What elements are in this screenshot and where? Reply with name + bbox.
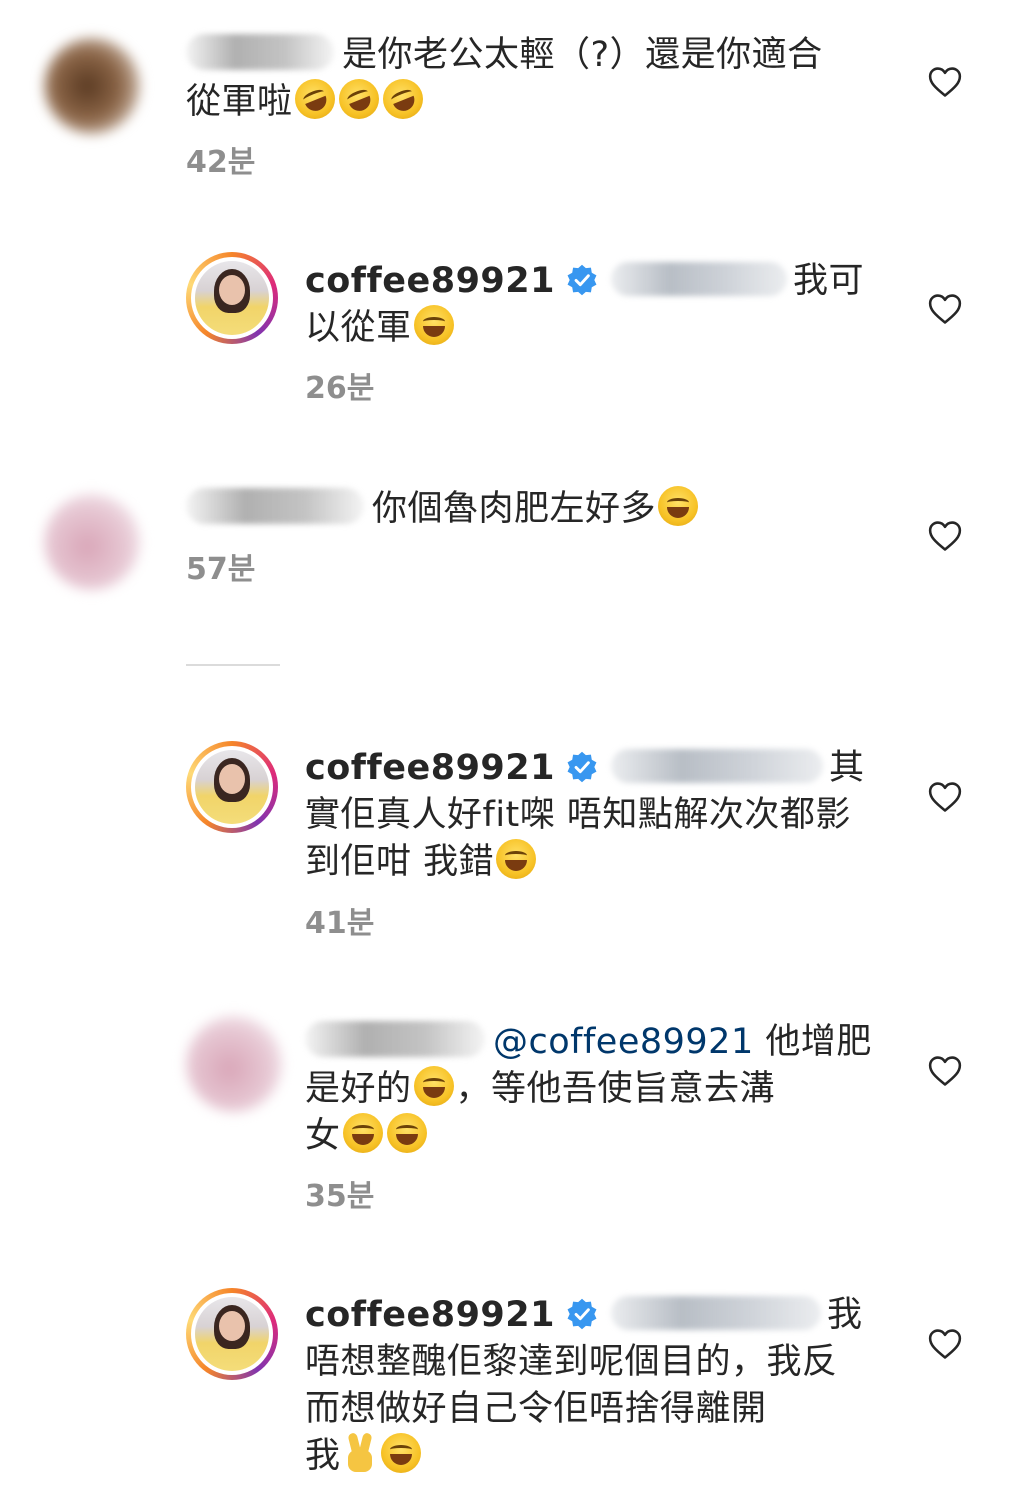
- replies-divider[interactable]: [186, 664, 280, 666]
- comment-text: 是你老公太輕（?）還是你適合 從軍啦: [186, 32, 906, 126]
- blurred-username[interactable]: [186, 488, 364, 524]
- victory-hand-emoji-icon: [343, 1432, 377, 1473]
- commenter-avatar[interactable]: [44, 38, 140, 134]
- comment-timestamp: 26분: [305, 371, 375, 406]
- verified-badge-icon: [565, 263, 599, 297]
- owner-avatar[interactable]: [186, 741, 278, 833]
- comment-line: ，等他吾使旨意去溝: [455, 1069, 776, 1109]
- blurred-username[interactable]: [186, 34, 334, 70]
- rolling-on-floor-laughing-emoji-icon: [288, 72, 341, 126]
- comment-line: 是你老公太輕（?）還是你適合: [342, 35, 823, 75]
- comment-line: 他增肥: [765, 1022, 872, 1062]
- owner-avatar[interactable]: [186, 252, 278, 344]
- comment-timestamp: 57분: [186, 552, 256, 587]
- comment-text: @coffee89921 他增肥 是好的 ，等他吾使旨意去溝 女: [305, 1019, 905, 1160]
- comment-line: 到佢咁 我錯: [305, 842, 495, 882]
- blurred-mention[interactable]: [611, 1296, 821, 1330]
- face-with-tears-of-joy-emoji-icon: [413, 1066, 454, 1106]
- comment-line: 從軍啦: [186, 82, 293, 122]
- comment-line: 女: [305, 1116, 341, 1156]
- face-with-tears-of-joy-emoji-icon: [380, 1433, 421, 1473]
- comment-line: 而想做好自己令佢唔捨得離開: [305, 1389, 767, 1429]
- heart-outline-icon[interactable]: [928, 781, 962, 813]
- owner-avatar[interactable]: [186, 1288, 278, 1380]
- comment-mention[interactable]: @coffee89921: [493, 1022, 754, 1062]
- comment-line: 我可: [793, 261, 865, 301]
- comment-line: 是好的: [305, 1069, 412, 1109]
- face-with-tears-of-joy-emoji-icon: [342, 1113, 383, 1153]
- comment-text: coffee89921 其 實佢真人好fit㗎 唔知點解次次都影 到佢咁 我錯: [305, 745, 905, 886]
- comment-username[interactable]: coffee89921: [305, 261, 555, 301]
- face-with-tears-of-joy-emoji-icon: [386, 1113, 427, 1153]
- comment-line: 其: [829, 748, 865, 788]
- face-with-tears-of-joy-emoji-icon: [413, 305, 454, 345]
- face-with-tears-of-joy-emoji-icon: [496, 839, 537, 879]
- heart-outline-icon[interactable]: [928, 66, 962, 98]
- rolling-on-floor-laughing-emoji-icon: [332, 72, 385, 126]
- heart-outline-icon[interactable]: [928, 520, 962, 552]
- comment-line: 唔想整醜佢黎達到呢個目的，我反: [305, 1342, 838, 1382]
- commenter-avatar[interactable]: [44, 494, 140, 590]
- comment-timestamp: 41분: [305, 906, 375, 941]
- comment-text: coffee89921 我可 以從軍: [305, 258, 905, 352]
- comment-username[interactable]: coffee89921: [305, 1295, 555, 1335]
- comment-text: coffee89921 我 唔想整醜佢黎達到呢個目的，我反 而想做好自己令佢唔捨得…: [305, 1292, 905, 1480]
- comment-username[interactable]: coffee89921: [305, 748, 555, 788]
- comment-line: 我: [827, 1295, 863, 1335]
- comment-timestamp: 35분: [305, 1179, 375, 1214]
- blurred-mention[interactable]: [611, 749, 823, 783]
- comment-line: 以從軍: [305, 308, 412, 348]
- heart-outline-icon[interactable]: [928, 1328, 962, 1360]
- face-with-tears-of-joy-emoji-icon: [658, 486, 699, 526]
- comment-timestamp: 42분: [186, 145, 256, 180]
- commenter-avatar[interactable]: [186, 1016, 282, 1112]
- blurred-mention[interactable]: [611, 262, 787, 296]
- comment-text: 你個魯肉肥左好多: [186, 486, 906, 533]
- comment-line: 我: [305, 1436, 341, 1476]
- verified-badge-icon: [565, 750, 599, 784]
- heart-outline-icon[interactable]: [928, 293, 962, 325]
- verified-badge-icon: [565, 1297, 599, 1331]
- rolling-on-floor-laughing-emoji-icon: [376, 72, 429, 126]
- heart-outline-icon[interactable]: [928, 1055, 962, 1087]
- comment-line: 實佢真人好fit㗎 唔知點解次次都影: [305, 795, 851, 835]
- comment-line: 你個魯肉肥左好多: [372, 489, 657, 529]
- blurred-username[interactable]: [305, 1021, 485, 1057]
